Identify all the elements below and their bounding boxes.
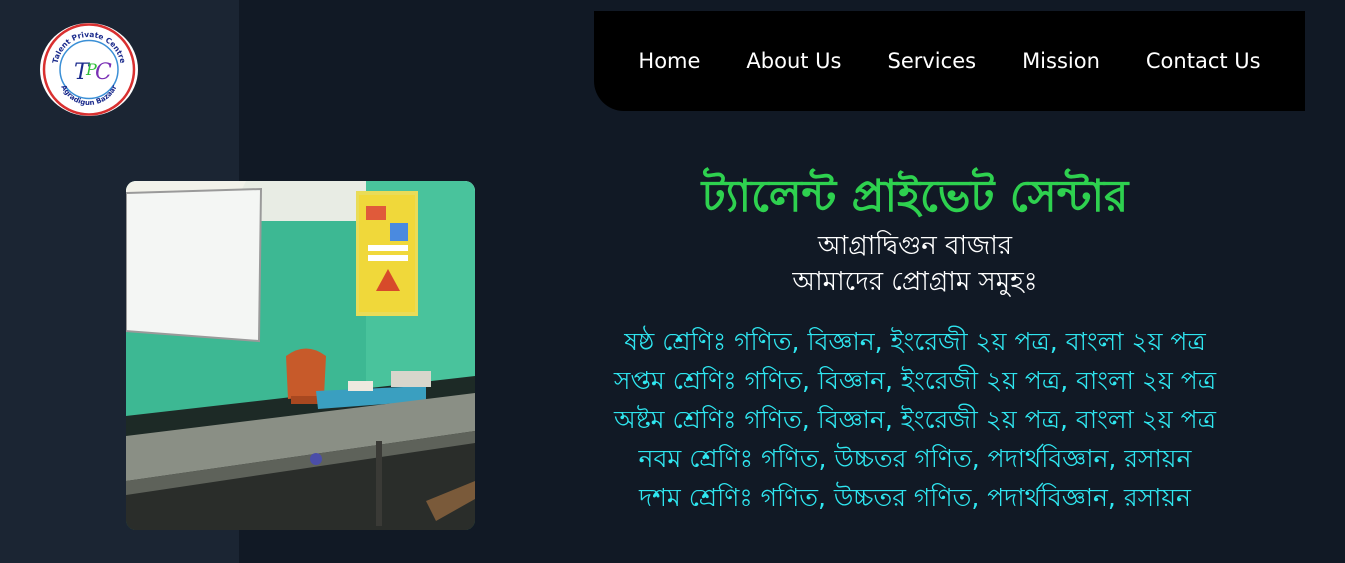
program-class-10: দশম শ্রেণিঃ গণিত, উচ্চতর গণিত, পদার্থবিজ… [639, 483, 1191, 512]
programs-heading: আমাদের প্রোগ্রাম সমুহঃ [792, 267, 1038, 297]
classroom-photo [126, 181, 475, 530]
site-logo[interactable]: Talent Private Centre Agradigun Bazaar T… [40, 23, 138, 116]
program-class-8: অষ্টম শ্রেণিঃ গণিত, বিজ্ঞান, ইংরেজী ২য় … [614, 405, 1216, 434]
classroom-illustration [126, 181, 475, 530]
page-title: ট্যালেন্ট প্রাইভেট সেন্টার [701, 171, 1129, 222]
program-class-6: ষষ্ঠ শ্রেণিঃ গণিত, বিজ্ঞান, ইংরেজী ২য় প… [624, 327, 1206, 356]
program-class-7: সপ্তম শ্রেণিঃ গণিত, বিজ্ঞান, ইংরেজী ২য় … [613, 366, 1217, 395]
nav-services-link[interactable]: Services [865, 49, 1000, 73]
svg-text:C: C [95, 60, 112, 85]
programs-list: ষষ্ঠ শ্রেণিঃ গণিত, বিজ্ঞান, ইংরেজী ২য় প… [565, 322, 1265, 517]
nav-about-link[interactable]: About Us [723, 49, 864, 73]
main-content: ট্যালেন্ট প্রাইভেট সেন্টার আগ্রাদ্বিগুন … [565, 168, 1265, 517]
nav-mission-link[interactable]: Mission [999, 49, 1123, 73]
program-class-9: নবম শ্রেণিঃ গণিত, উচ্চতর গণিত, পদার্থবিজ… [638, 444, 1192, 473]
nav-home-link[interactable]: Home [615, 49, 723, 73]
main-navbar: Home About Us Services Mission Contact U… [594, 11, 1305, 111]
logo-emblem: Talent Private Centre Agradigun Bazaar T… [42, 23, 136, 116]
location-subtitle: আগ্রাদ্বিগুন বাজার [817, 231, 1013, 261]
nav-contact-link[interactable]: Contact Us [1123, 49, 1284, 73]
page: Talent Private Centre Agradigun Bazaar T… [0, 0, 1345, 563]
